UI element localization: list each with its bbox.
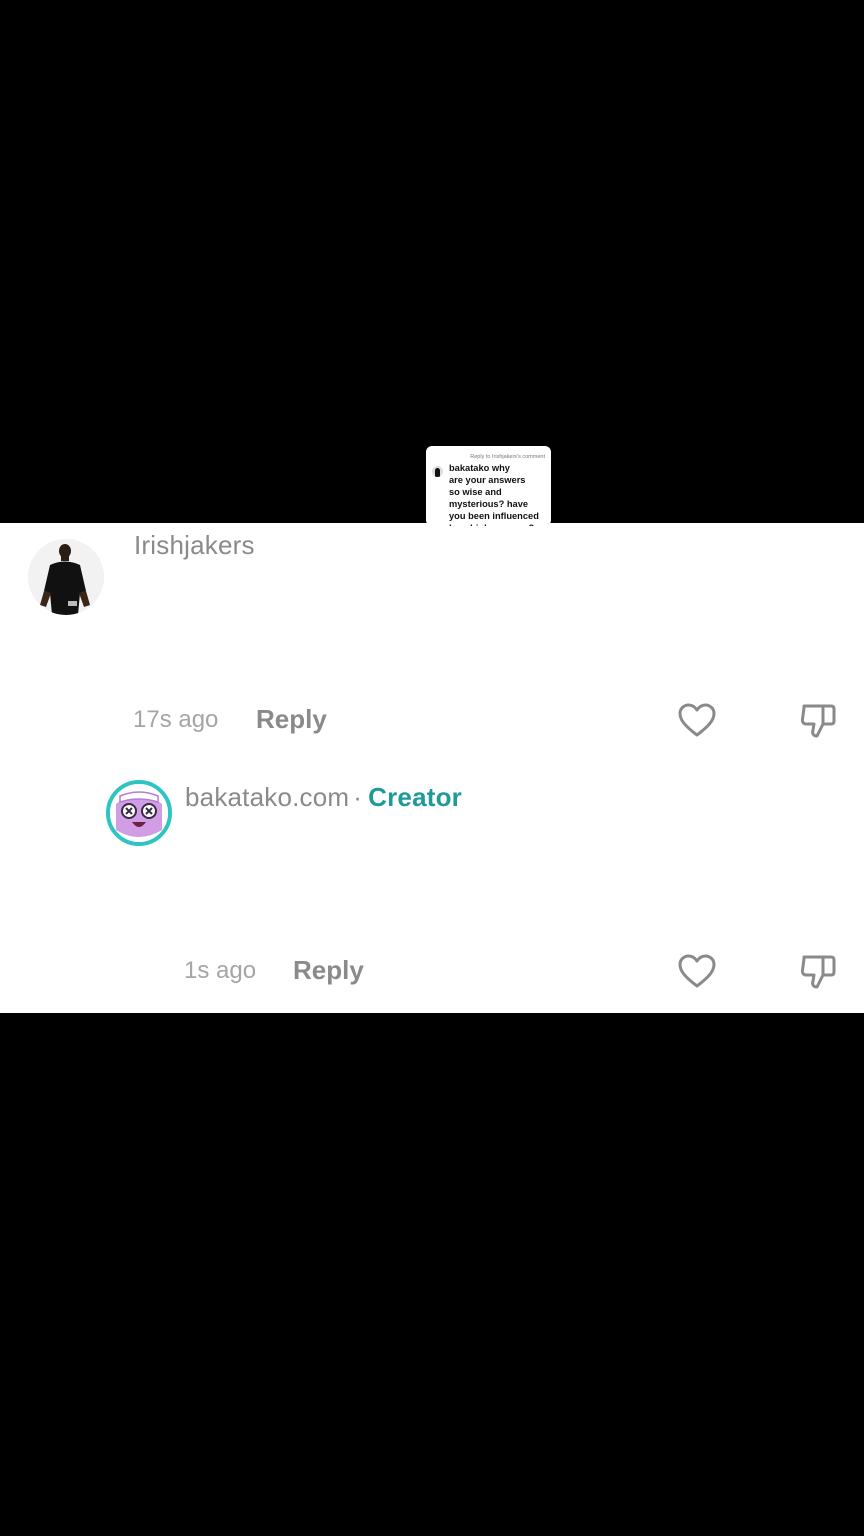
heart-outline-icon[interactable] [677,952,717,992]
avatar-bakatako[interactable] [106,780,172,846]
person-avatar-image [28,539,104,615]
comment-timestamp: 1s ago [184,957,257,984]
separator: · [353,782,363,812]
reply-sticker-header: Reply to Irishjakers's comment [470,454,545,460]
comment-username[interactable]: Irishjakers [134,530,255,561]
thumbs-down-outline-icon[interactable] [798,951,838,991]
reply-sticker: Reply to Irishjakers's comment bakatako … [426,446,551,526]
comments-panel [0,523,864,1013]
creator-badge: Creator [368,782,462,812]
mascot-avatar-image [110,784,168,842]
comment-username[interactable]: bakatako.com [185,782,349,812]
thumbs-down-outline-icon[interactable] [798,700,838,740]
avatar-irishjakers[interactable] [28,539,104,615]
comment-timestamp: 17s ago [133,706,219,733]
comment-username-row: bakatako.com · Creator [185,782,462,813]
reply-sticker-text: bakatako why are your answers so wise an… [449,463,539,526]
heart-outline-icon[interactable] [677,701,717,741]
reply-sticker-avatar [432,466,443,477]
reply-button[interactable]: Reply [293,955,364,986]
reply-button[interactable]: Reply [256,704,327,735]
